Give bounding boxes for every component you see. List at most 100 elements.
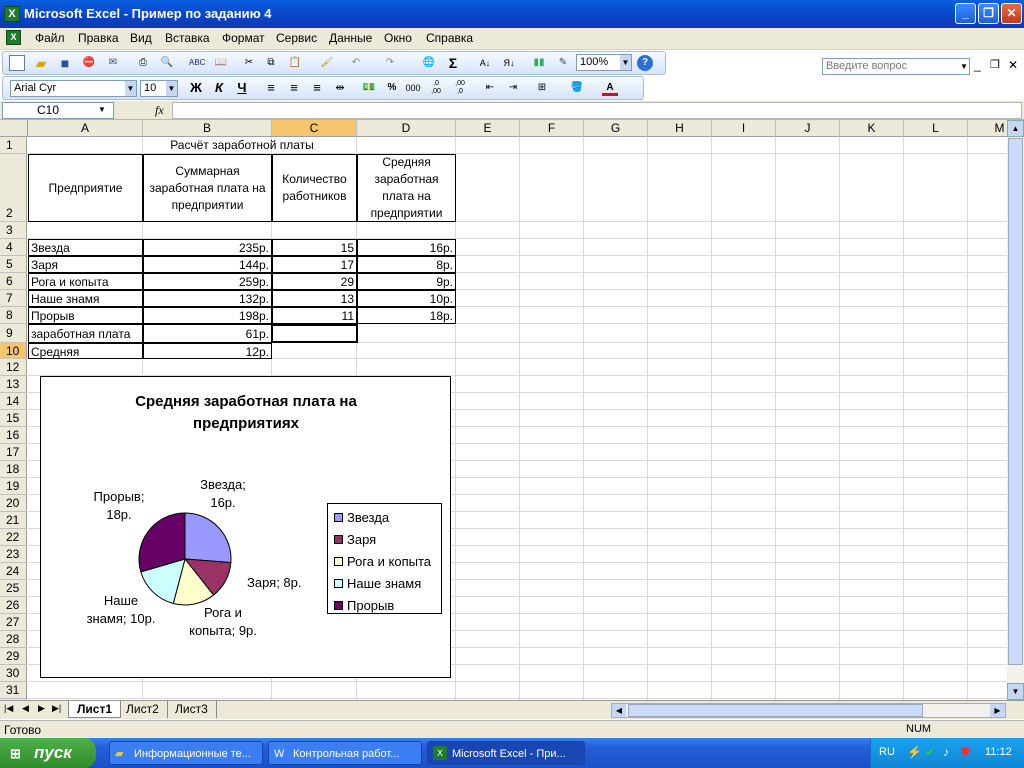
row-header[interactable]: 29	[0, 648, 27, 665]
print-preview-icon[interactable]: 🔍	[159, 55, 175, 71]
decrease-decimal-button[interactable]: ,00 ,0	[452, 80, 468, 96]
next-sheet-icon[interactable]: ▶	[38, 703, 45, 714]
drawing-icon[interactable]: ✎	[555, 55, 571, 71]
cell-total[interactable]: 132р.	[143, 290, 272, 307]
row-header[interactable]: 18	[0, 461, 27, 478]
row-header[interactable]: 17	[0, 444, 27, 461]
row-header[interactable]: 1	[0, 137, 27, 154]
cell-name[interactable]: Звезда	[28, 239, 143, 256]
row-header[interactable]: 4	[0, 239, 27, 256]
row-header[interactable]: 7	[0, 290, 27, 307]
spelling-icon[interactable]: ABC	[189, 55, 205, 71]
doc-close-button[interactable]: ✕	[1008, 58, 1018, 72]
currency-icon[interactable]: 💵	[361, 80, 377, 96]
tab-sheet2[interactable]: Лист2	[118, 701, 168, 718]
new-icon[interactable]	[9, 55, 25, 71]
cell-salary-label[interactable]: заработная плата	[28, 324, 143, 343]
sort-ascending-icon[interactable]: A↓	[477, 55, 493, 71]
table-header[interactable]: Средняя заработная плата на предприятии	[357, 154, 456, 222]
row-header[interactable]: 25	[0, 580, 27, 597]
chart-wizard-icon[interactable]: ▮▮	[531, 55, 547, 71]
cell-name[interactable]: Рога и копыта	[28, 273, 143, 290]
zoom-select[interactable]: 100% ▼	[576, 54, 632, 71]
task-excel[interactable]: X Microsoft Excel - При...	[427, 741, 585, 765]
scroll-thumb[interactable]	[1008, 138, 1023, 665]
bold-button[interactable]: Ж	[188, 80, 204, 96]
copy-icon[interactable]: ⧉	[263, 55, 279, 71]
cell-salary-value[interactable]: 61р.	[143, 324, 272, 343]
column-header-e[interactable]: E	[456, 120, 520, 137]
ask-question-input[interactable]: Введите вопрос	[822, 58, 970, 75]
help-icon[interactable]: ?	[637, 55, 653, 71]
redo-icon[interactable]: ↷	[382, 55, 398, 71]
cell-average-value[interactable]: 12р.	[143, 343, 272, 359]
document-icon[interactable]: X	[6, 30, 21, 45]
column-header-g[interactable]: G	[584, 120, 648, 137]
tab-sheet3[interactable]: Лист3	[167, 701, 217, 718]
tab-sheet1[interactable]: Лист1	[68, 701, 122, 718]
scroll-right-button[interactable]: ▶	[990, 704, 1005, 717]
chevron-down-icon[interactable]: ▼	[98, 105, 106, 114]
doc-restore-button[interactable]: ❐	[990, 58, 1000, 71]
pie-chart[interactable]: Средняя заработная плата на предприятиях…	[40, 376, 451, 678]
cell-avg[interactable]: 10р.	[357, 290, 456, 307]
row-header[interactable]: 21	[0, 512, 27, 529]
row-header[interactable]: 5	[0, 256, 27, 273]
cell-avg[interactable]: 9р.	[357, 273, 456, 290]
row-header[interactable]: 19	[0, 478, 27, 495]
network-icon[interactable]: ⚡	[907, 745, 922, 759]
hyperlink-icon[interactable]: 🌐	[421, 55, 437, 71]
font-size-select[interactable]: 10 ▼	[140, 80, 178, 97]
cell-count[interactable]: 29	[272, 273, 357, 290]
horizontal-scrollbar[interactable]: ◀ ▶	[611, 703, 1006, 718]
underline-button[interactable]: Ч	[234, 80, 250, 96]
cell-avg[interactable]: 18р.	[357, 307, 456, 324]
cell-average-label[interactable]: Средняя	[28, 343, 143, 359]
row-header[interactable]: 13	[0, 376, 27, 393]
last-sheet-icon[interactable]: ▶|	[52, 703, 61, 714]
row-header[interactable]: 27	[0, 614, 27, 631]
paste-icon[interactable]: 📋	[287, 55, 303, 71]
minimize-button[interactable]: _	[955, 3, 976, 24]
decrease-indent-icon[interactable]: ⇤	[482, 80, 498, 96]
menu-view[interactable]: Вид	[130, 31, 152, 45]
align-left-icon[interactable]: ≡	[263, 80, 279, 96]
align-right-icon[interactable]: ≡	[309, 80, 325, 96]
menu-insert[interactable]: Вставка	[165, 31, 210, 45]
column-header-k[interactable]: K	[840, 120, 904, 137]
email-icon[interactable]: ✉	[105, 55, 121, 71]
menu-format[interactable]: Формат	[222, 31, 265, 45]
scroll-left-button[interactable]: ◀	[612, 704, 626, 717]
row-header[interactable]: 12	[0, 359, 27, 376]
active-cell-c10[interactable]	[271, 324, 358, 343]
row-header[interactable]: 24	[0, 563, 27, 580]
maximize-button[interactable]: ❐	[978, 3, 999, 24]
table-header[interactable]: Предприятие	[28, 154, 143, 222]
row-header[interactable]: 9	[0, 324, 27, 343]
scroll-up-button[interactable]: ▲	[1007, 120, 1024, 137]
hscroll-thumb[interactable]	[628, 704, 923, 717]
column-header-h[interactable]: H	[648, 120, 712, 137]
insert-function-icon[interactable]: fx	[155, 103, 164, 118]
borders-icon[interactable]: ⊞	[534, 80, 550, 96]
row-header[interactable]: 14	[0, 393, 27, 410]
permission-icon[interactable]: ⛔	[81, 55, 97, 71]
row-header[interactable]: 23	[0, 546, 27, 563]
open-folder-icon[interactable]: ▰	[33, 55, 49, 71]
column-header-j[interactable]: J	[776, 120, 840, 137]
row-header[interactable]: 15	[0, 410, 27, 427]
doc-minimize-button[interactable]: _	[974, 58, 981, 72]
row-header[interactable]: 20	[0, 495, 27, 512]
column-header-l[interactable]: L	[904, 120, 968, 137]
menu-file[interactable]: Файл	[35, 31, 65, 45]
row-header[interactable]: 10	[0, 343, 27, 359]
speaker-icon[interactable]: ♪	[943, 745, 949, 759]
print-icon[interactable]: ⎙	[135, 55, 151, 71]
undo-icon[interactable]: ↶	[348, 55, 364, 71]
start-button[interactable]: ⊞ пуск	[0, 738, 96, 768]
update-icon[interactable]: ✔	[925, 745, 935, 759]
vertical-scrollbar[interactable]: ▲ ▼	[1007, 120, 1024, 700]
security-shield-icon[interactable]: ⛊	[961, 745, 970, 760]
cell-total[interactable]: 144р.	[143, 256, 272, 273]
cell-count[interactable]: 13	[272, 290, 357, 307]
